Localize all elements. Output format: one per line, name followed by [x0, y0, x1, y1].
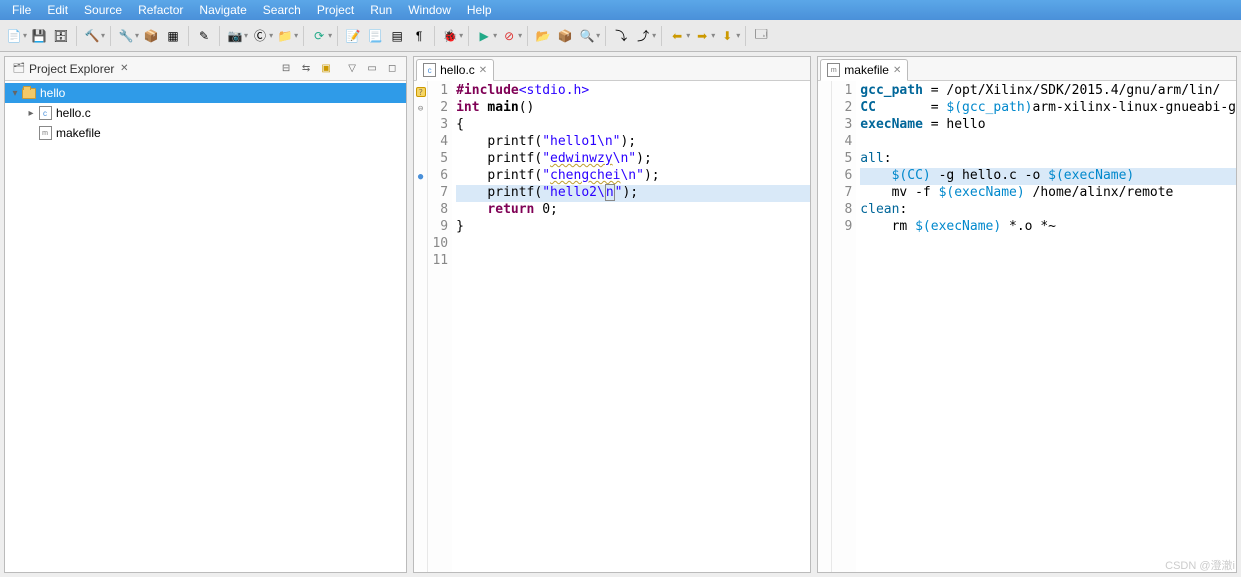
save-all-icon[interactable]: 🗄 — [51, 26, 71, 46]
focus-icon[interactable]: ▣ — [318, 61, 334, 77]
collapse-all-icon[interactable]: ⊟ — [278, 61, 294, 77]
package-icon[interactable]: 📦 — [555, 26, 575, 46]
cfile-icon: c — [423, 63, 436, 77]
menu-edit[interactable]: Edit — [39, 1, 76, 19]
editor2-tabbar: m makefile ✕ — [818, 57, 1236, 81]
edit-icon[interactable]: 📝 — [343, 26, 363, 46]
maximize-icon[interactable]: ◻ — [384, 61, 400, 77]
save-icon[interactable]: 💾 — [29, 26, 49, 46]
camera-icon[interactable]: 📷 — [225, 26, 245, 46]
menu-run[interactable]: Run — [362, 1, 400, 19]
menu-search[interactable]: Search — [255, 1, 309, 19]
menu-source[interactable]: Source — [76, 1, 130, 19]
workbench: 🗂 Project Explorer ✕ ⊟ ⇆ ▣ ▽ ▭ ◻ ▾hello▸… — [0, 52, 1241, 577]
view-menu-icon[interactable]: ▽ — [344, 61, 360, 77]
explorer-viewbar: 🗂 Project Explorer ✕ ⊟ ⇆ ▣ ▽ ▭ ◻ — [5, 57, 406, 81]
layers-icon[interactable]: ▤ — [387, 26, 407, 46]
folder-new-icon[interactable]: 📁 — [275, 26, 295, 46]
mfile-icon: m — [37, 125, 53, 141]
tab-label: hello.c — [440, 63, 475, 77]
forward-icon[interactable]: ➡ — [692, 26, 712, 46]
menu-navigate[interactable]: Navigate — [191, 1, 254, 19]
editor2-panel: m makefile ✕ 123456789 gcc_path = /opt/X… — [817, 56, 1237, 573]
down-icon[interactable]: ⬇ — [717, 26, 737, 46]
menubar: FileEditSourceRefactorNavigateSearchProj… — [0, 0, 1241, 20]
cfile-new-icon[interactable]: Ⓒ — [250, 26, 270, 46]
editor1-tabbar: c hello.c ✕ — [414, 57, 810, 81]
tree-label: hello — [40, 86, 65, 100]
tree-label: hello.c — [56, 106, 91, 120]
stop-icon[interactable]: ⊘ — [499, 26, 519, 46]
doc-icon[interactable]: 📃 — [365, 26, 385, 46]
editor1-panel: c hello.c ✕ ?⊖● 1234567891011 #include<s… — [413, 56, 811, 573]
menu-window[interactable]: Window — [400, 1, 459, 19]
cfile-icon: c — [37, 105, 53, 121]
new-icon[interactable]: 📄 — [4, 26, 24, 46]
para-icon[interactable]: ¶ — [409, 26, 429, 46]
close-tab-icon[interactable]: ✕ — [893, 65, 901, 76]
perspective-icon[interactable]: 🗔 — [751, 26, 771, 46]
project-tree[interactable]: ▾hello▸chello.cmmakefile — [5, 81, 406, 145]
wand-icon[interactable]: ✎ — [194, 26, 214, 46]
close-view-icon[interactable]: ✕ — [116, 61, 132, 77]
menu-help[interactable]: Help — [459, 1, 500, 19]
bug-icon[interactable]: 🐞 — [440, 26, 460, 46]
tab-label: makefile — [844, 63, 889, 77]
refresh-icon[interactable]: ⟳ — [309, 26, 329, 46]
minimize-icon[interactable]: ▭ — [364, 61, 380, 77]
tree-item-hello[interactable]: ▾hello — [5, 83, 406, 103]
tab-hello-c[interactable]: c hello.c ✕ — [416, 59, 494, 81]
folder-open-icon[interactable]: 📂 — [533, 26, 553, 46]
tree-item-hello-c[interactable]: ▸chello.c — [5, 103, 406, 123]
tab-makefile[interactable]: m makefile ✕ — [820, 59, 908, 81]
explorer-icon: 🗂 — [11, 61, 27, 77]
tree-label: makefile — [56, 126, 101, 140]
menu-file[interactable]: File — [4, 1, 39, 19]
folder-icon — [21, 85, 37, 101]
main-toolbar: 📄▾ 💾 🗄 🔨▾ 🔧▾ 📦 ▦ ✎ 📷▾ Ⓒ▾ 📁▾ ⟳▾ 📝 📃 ▤ ¶ 🐞… — [0, 20, 1241, 52]
makefile-icon: m — [827, 63, 840, 77]
build-icon[interactable]: 🔨 — [82, 26, 102, 46]
explorer-title: Project Explorer — [29, 62, 114, 76]
step-into-icon[interactable]: ⤴ — [633, 26, 653, 46]
chip-icon[interactable]: ▦ — [163, 26, 183, 46]
close-tab-icon[interactable]: ✕ — [479, 65, 487, 76]
run-icon[interactable]: ▶ — [474, 26, 494, 46]
link-icon[interactable]: ⇆ — [298, 61, 314, 77]
menu-refactor[interactable]: Refactor — [130, 1, 191, 19]
tree-item-makefile[interactable]: mmakefile — [5, 123, 406, 143]
menu-project[interactable]: Project — [309, 1, 362, 19]
editor1[interactable]: ?⊖● 1234567891011 #include<stdio.h>int m… — [414, 81, 810, 572]
box-icon[interactable]: 📦 — [141, 26, 161, 46]
wrench-icon[interactable]: 🔧 — [116, 26, 136, 46]
explorer-panel: 🗂 Project Explorer ✕ ⊟ ⇆ ▣ ▽ ▭ ◻ ▾hello▸… — [4, 56, 407, 573]
search-icon[interactable]: 🔍 — [577, 26, 597, 46]
step-over-icon[interactable]: ⤵ — [611, 26, 631, 46]
editor2[interactable]: 123456789 gcc_path = /opt/Xilinx/SDK/201… — [818, 81, 1236, 572]
back-icon[interactable]: ⬅ — [667, 26, 687, 46]
